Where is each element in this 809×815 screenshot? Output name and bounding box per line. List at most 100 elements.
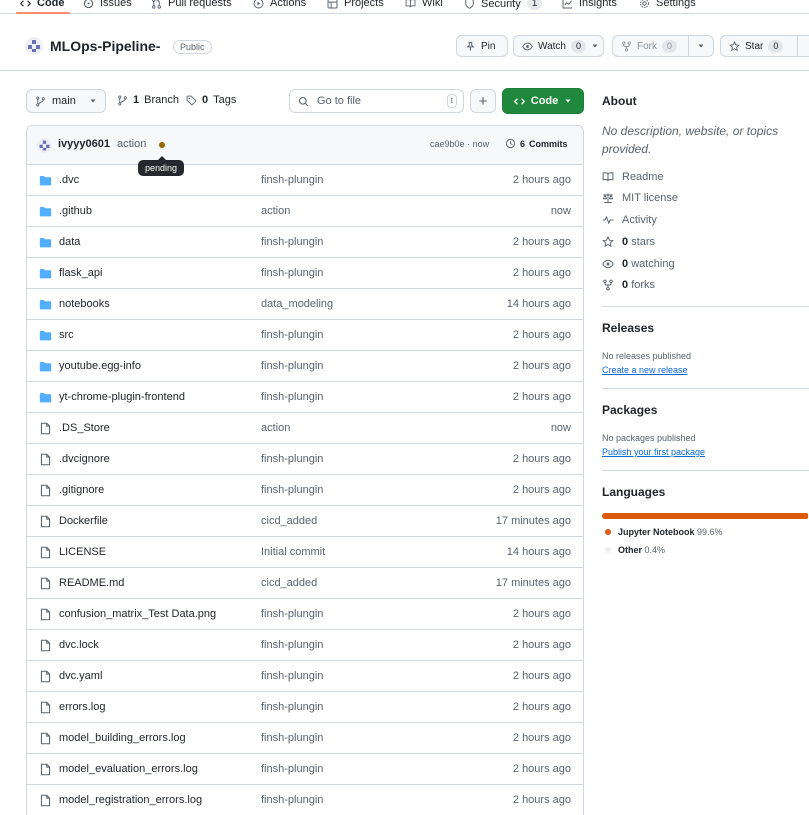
- author-avatar[interactable]: [37, 138, 52, 153]
- file-name[interactable]: README.md: [59, 577, 124, 589]
- file-commit-message[interactable]: finsh-plungin: [261, 174, 323, 186]
- commit-message[interactable]: action: [117, 138, 146, 150]
- tab-security[interactable]: Security 1: [464, 0, 543, 10]
- file-name[interactable]: LICENSE: [59, 546, 106, 558]
- file-row[interactable]: dvc.lock finsh-plungin 2 hours ago: [27, 630, 583, 661]
- file-row[interactable]: src finsh-plungin 2 hours ago: [27, 320, 583, 351]
- commit-hash[interactable]: cae9b0e: [430, 139, 465, 149]
- file-commit-message[interactable]: finsh-plungin: [261, 701, 323, 713]
- file-row[interactable]: LICENSE Initial commit 14 hours ago: [27, 537, 583, 568]
- file-row[interactable]: model_registration_errors.log finsh-plung…: [27, 785, 583, 815]
- file-name[interactable]: .DS_Store: [59, 422, 110, 434]
- file-row[interactable]: model_evaluation_errors.log finsh-plungin…: [27, 754, 583, 785]
- tab-issues[interactable]: Issues: [83, 0, 132, 9]
- file-row[interactable]: data finsh-plungin 2 hours ago: [27, 227, 583, 258]
- file-commit-message[interactable]: finsh-plungin: [261, 794, 323, 806]
- file-row[interactable]: .github action now: [27, 196, 583, 227]
- file-commit-message[interactable]: cicd_added: [261, 577, 317, 589]
- file-row[interactable]: flask_api finsh-plungin 2 hours ago: [27, 258, 583, 289]
- file-name[interactable]: .dvc: [59, 174, 79, 186]
- tab-settings[interactable]: Settings: [639, 0, 696, 9]
- file-commit-message[interactable]: finsh-plungin: [261, 391, 323, 403]
- file-commit-message[interactable]: finsh-plungin: [261, 484, 323, 496]
- file-commit-message[interactable]: action: [261, 205, 290, 217]
- file-commit-message[interactable]: data_modeling: [261, 298, 333, 310]
- file-commit-message[interactable]: Initial commit: [261, 546, 325, 558]
- file-row[interactable]: errors.log finsh-plungin 2 hours ago: [27, 692, 583, 723]
- tab-projects[interactable]: Projects: [327, 0, 384, 9]
- watching-link[interactable]: 0 watching: [602, 258, 675, 270]
- file-name[interactable]: data: [59, 236, 80, 248]
- file-name[interactable]: src: [59, 329, 74, 341]
- stars-link[interactable]: 0 stars: [602, 236, 655, 248]
- file-name[interactable]: notebooks: [59, 298, 110, 310]
- tags-link[interactable]: 0 Tags: [186, 94, 236, 106]
- file-name[interactable]: .dvcignore: [59, 453, 110, 465]
- file-name[interactable]: confusion_matrix_Test Data.png: [59, 608, 216, 620]
- license-link[interactable]: MIT license: [602, 192, 678, 204]
- language-other[interactable]: Other 0.4%: [605, 545, 665, 555]
- repo-name[interactable]: MLOps-Pipeline-: [50, 38, 160, 54]
- file-name[interactable]: .github: [59, 205, 92, 217]
- tab-code[interactable]: Code: [20, 0, 65, 9]
- tab-pull-requests[interactable]: Pull requests: [151, 0, 232, 9]
- commits-history-link[interactable]: 6 Commits: [505, 138, 568, 149]
- file-row[interactable]: model_building_errors.log finsh-plungin 2 …: [27, 723, 583, 754]
- branch-select[interactable]: main: [26, 89, 106, 113]
- file-commit-message[interactable]: action: [261, 422, 290, 434]
- watch-button[interactable]: Watch 0: [513, 35, 604, 57]
- file-name[interactable]: dvc.yaml: [59, 670, 102, 682]
- file-commit-message[interactable]: finsh-plungin: [261, 453, 323, 465]
- file-row[interactable]: README.md cicd_added 17 minutes ago: [27, 568, 583, 599]
- file-commit-message[interactable]: finsh-plungin: [261, 329, 323, 341]
- file-row[interactable]: .gitignore finsh-plungin 2 hours ago: [27, 475, 583, 506]
- file-commit-message[interactable]: finsh-plungin: [261, 639, 323, 651]
- file-name[interactable]: model_evaluation_errors.log: [59, 763, 198, 775]
- commit-author[interactable]: ivyyy0601: [58, 138, 110, 150]
- forks-link[interactable]: 0 forks: [602, 279, 655, 291]
- activity-link[interactable]: Activity: [602, 214, 657, 226]
- file-row[interactable]: .dvc finsh-plungin 2 hours ago: [27, 165, 583, 196]
- file-commit-message[interactable]: finsh-plungin: [261, 763, 323, 775]
- releases-heading[interactable]: Releases: [602, 321, 654, 335]
- file-name[interactable]: youtube.egg-info: [59, 360, 141, 372]
- file-row[interactable]: yt-chrome-plugin-frontend finsh-plungin 2 …: [27, 382, 583, 413]
- readme-link[interactable]: Readme: [602, 171, 664, 183]
- file-name[interactable]: yt-chrome-plugin-frontend: [59, 391, 185, 403]
- file-name[interactable]: .gitignore: [59, 484, 104, 496]
- language-jupyter-notebook[interactable]: Jupyter Notebook 99.6%: [605, 527, 723, 537]
- tab-wiki[interactable]: Wiki: [405, 0, 443, 9]
- file-commit-message[interactable]: finsh-plungin: [261, 670, 323, 682]
- publish-package-link[interactable]: Publish your first package: [602, 447, 705, 457]
- pin-button[interactable]: Pin: [456, 35, 508, 57]
- repo-owner-avatar[interactable]: [25, 37, 43, 55]
- create-release-link[interactable]: Create a new release: [602, 365, 688, 375]
- file-name[interactable]: errors.log: [59, 701, 105, 713]
- code-button[interactable]: Code: [502, 88, 584, 114]
- file-name[interactable]: Dockerfile: [59, 515, 108, 527]
- star-button[interactable]: Star 0: [720, 35, 809, 57]
- file-row[interactable]: notebooks data_modeling 14 hours ago: [27, 289, 583, 320]
- tab-actions[interactable]: Actions: [253, 0, 306, 9]
- pending-status-dot[interactable]: [159, 142, 165, 148]
- file-name[interactable]: model_registration_errors.log: [59, 794, 202, 806]
- packages-heading[interactable]: Packages: [602, 403, 657, 417]
- file-commit-message[interactable]: finsh-plungin: [261, 732, 323, 744]
- file-row[interactable]: .DS_Store action now: [27, 413, 583, 444]
- file-name[interactable]: model_building_errors.log: [59, 732, 186, 744]
- file-commit-message[interactable]: finsh-plungin: [261, 360, 323, 372]
- file-row[interactable]: youtube.egg-info finsh-plungin 2 hours ago: [27, 351, 583, 382]
- add-file-button[interactable]: +: [470, 89, 496, 113]
- tab-insights[interactable]: Insights: [562, 0, 617, 9]
- file-commit-message[interactable]: finsh-plungin: [261, 267, 323, 279]
- file-row[interactable]: Dockerfile cicd_added 17 minutes ago: [27, 506, 583, 537]
- file-row[interactable]: confusion_matrix_Test Data.png finsh-plun…: [27, 599, 583, 630]
- file-name[interactable]: flask_api: [59, 267, 102, 279]
- go-to-file-input[interactable]: Go to file t: [289, 89, 464, 113]
- branches-link[interactable]: 1 Branch: [117, 94, 179, 106]
- fork-button[interactable]: Fork 0: [612, 35, 714, 57]
- file-row[interactable]: dvc.yaml finsh-plungin 2 hours ago: [27, 661, 583, 692]
- fork-options-dropdown[interactable]: [689, 36, 713, 56]
- file-commit-message[interactable]: finsh-plungin: [261, 236, 323, 248]
- file-commit-message[interactable]: cicd_added: [261, 515, 317, 527]
